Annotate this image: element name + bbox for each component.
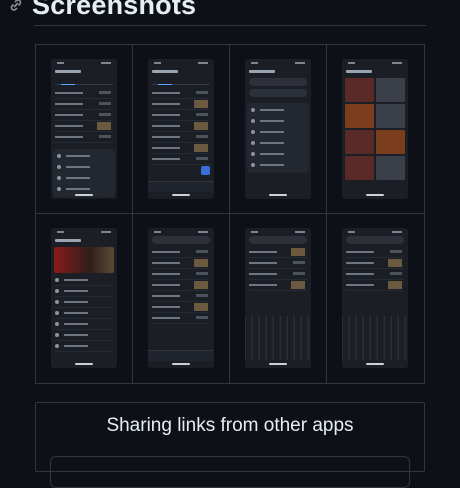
- screenshot-thumbnail[interactable]: [51, 228, 117, 368]
- gallery-cell[interactable]: [230, 214, 327, 383]
- gallery-cell[interactable]: [133, 214, 230, 383]
- screenshot-thumbnail[interactable]: [245, 59, 311, 199]
- gallery-cell[interactable]: [36, 214, 133, 383]
- gallery-cell[interactable]: [230, 45, 327, 214]
- section-heading: Screenshots: [8, 0, 196, 20]
- card-title: Sharing links from other apps: [106, 415, 354, 436]
- card-content-box: [50, 456, 410, 488]
- sharing-links-card: Sharing links from other apps: [35, 402, 425, 488]
- screenshot-thumbnail[interactable]: [148, 228, 214, 368]
- gallery-cell[interactable]: [36, 45, 133, 214]
- section-title: Screenshots: [32, 0, 197, 20]
- heading-divider: [34, 25, 426, 26]
- gallery-cell[interactable]: [327, 45, 424, 214]
- gallery-cell[interactable]: [133, 45, 230, 214]
- screenshot-gallery: [35, 44, 425, 384]
- screenshot-thumbnail[interactable]: [148, 59, 214, 199]
- screenshot-thumbnail[interactable]: [51, 59, 117, 199]
- link-icon[interactable]: [8, 0, 24, 13]
- screenshot-thumbnail[interactable]: [245, 228, 311, 368]
- screenshot-thumbnail[interactable]: [342, 59, 408, 199]
- screenshot-thumbnail[interactable]: [342, 228, 408, 368]
- gallery-cell[interactable]: [327, 214, 424, 383]
